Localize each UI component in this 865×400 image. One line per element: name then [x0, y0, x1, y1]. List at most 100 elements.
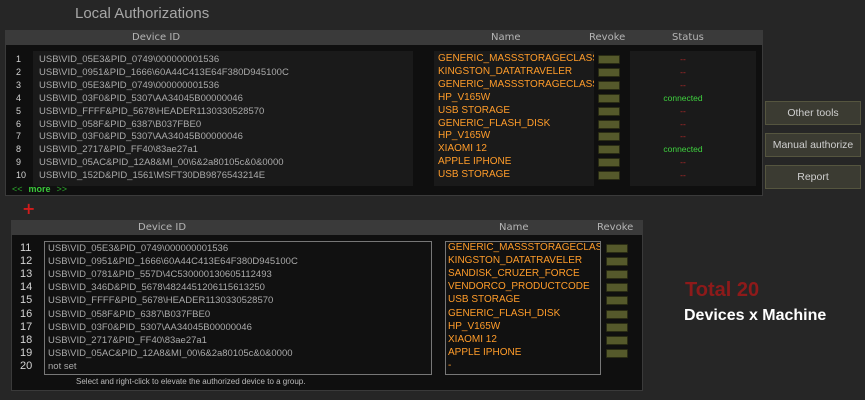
row-number: 10 — [16, 170, 27, 181]
revoke-button[interactable] — [598, 158, 620, 168]
column-status[interactable]: Status — [672, 32, 704, 43]
row-number: 18 — [20, 333, 33, 346]
status-cell: -- — [680, 54, 686, 64]
device-name-cell[interactable]: GENERIC_MASSSTORAGECLASS — [448, 242, 600, 253]
device-name-cell[interactable]: HP_V165W — [438, 92, 594, 103]
other-tools-button[interactable]: Other tools — [765, 101, 861, 125]
row-number: 20 — [20, 359, 33, 372]
status-cell: -- — [680, 66, 686, 77]
device-name-cell[interactable]: - — [448, 360, 600, 371]
row-number: 12 — [20, 255, 33, 268]
status-cell: -- — [680, 131, 686, 142]
device-name-cell[interactable]: KINGSTON_DATATRAVELER — [448, 255, 600, 266]
page-title: Local Authorizations — [75, 5, 210, 22]
device-id-cell[interactable]: USB\VID_05AC&PID_12A8&MI_00\6&2a80105c&0… — [39, 157, 284, 168]
more-left-arrows: << — [12, 184, 23, 194]
manual-authorize-button[interactable]: Manual authorize — [765, 133, 861, 157]
device-name-cell[interactable]: USB STORAGE — [438, 169, 594, 180]
status-cell: -- — [680, 105, 686, 116]
device-id-cell[interactable]: USB\VID_152D&PID_1561\MSFT30DB9876543214… — [39, 170, 265, 181]
revoke-button[interactable] — [598, 145, 620, 155]
revoke-button[interactable] — [598, 132, 620, 142]
revoke-button[interactable] — [598, 67, 620, 77]
status-cell: connected — [663, 92, 703, 103]
device-id-cell[interactable]: USB\VID_FFFF&PID_5678\HEADER113033052857… — [48, 295, 273, 306]
revoke-button[interactable] — [606, 335, 628, 345]
top-authorizations-panel: Device ID Name Revoke Status 1 USB\VID_05… — [5, 30, 763, 196]
device-name-cell[interactable]: GENERIC_MASSSTORAGECLASS — [438, 79, 594, 90]
row-number: 14 — [20, 281, 33, 294]
column-device-id[interactable]: Device ID — [132, 32, 180, 43]
total-count: Total 20 — [685, 279, 760, 301]
device-id-cell[interactable]: USB\VID_03F0&PID_5307\AA34045B00000046 — [48, 322, 252, 333]
device-name-cell[interactable]: XIAOMI 12 — [438, 143, 594, 154]
device-id-cell[interactable]: USB\VID_03F0&PID_5307\AA34045B00000046 — [39, 93, 243, 104]
device-id-cell[interactable]: USB\VID_0951&PID_1666\60A44C413E64F380D9… — [48, 256, 298, 267]
device-id-cell[interactable]: USB\VID_05E3&PID_0749\000000001536 — [39, 80, 219, 91]
device-name-cell[interactable]: APPLE IPHONE — [448, 347, 600, 358]
revoke-button[interactable] — [598, 106, 620, 116]
column-device-id[interactable]: Device ID — [138, 222, 186, 233]
column-revoke[interactable]: Revoke — [597, 222, 633, 233]
device-name-cell[interactable]: GENERIC_FLASH_DISK — [448, 308, 600, 319]
device-id-cell[interactable]: USB\VID_05E3&PID_0749\000000001536 — [48, 243, 228, 254]
revoke-button[interactable] — [598, 93, 620, 103]
column-name[interactable]: Name — [491, 32, 521, 43]
column-revoke[interactable]: Revoke — [589, 32, 625, 43]
add-icon[interactable]: + — [22, 199, 35, 218]
revoke-button[interactable] — [598, 119, 620, 129]
device-id-cell[interactable]: USB\VID_2717&PID_FF40\83ae27a1 — [39, 144, 198, 155]
revoke-button[interactable] — [598, 171, 620, 181]
revoke-button[interactable] — [598, 80, 620, 90]
device-name-cell[interactable]: APPLE IPHONE — [438, 156, 594, 167]
revoke-button[interactable] — [606, 296, 628, 306]
row-number: 15 — [20, 294, 33, 307]
device-name-cell[interactable]: HP_V165W — [438, 130, 594, 141]
row-number: 4 — [16, 92, 22, 103]
device-id-cell[interactable]: USB\VID_05AC&PID_12A8&MI_00\6&2a80105c&0… — [48, 348, 293, 359]
device-name-cell[interactable]: USB STORAGE — [438, 105, 594, 116]
revoke-button[interactable] — [606, 348, 628, 358]
revoke-button[interactable] — [606, 244, 628, 253]
row-number: 8 — [16, 144, 22, 155]
device-id-cell[interactable]: USB\VID_03F0&PID_5307\AA34045B00000046 — [39, 131, 243, 142]
row-number: 7 — [16, 131, 22, 142]
device-name-cell[interactable]: HP_V165W — [448, 321, 600, 332]
bottom-authorizations-panel: Device ID Name Revoke 11 USB\VID_05E3&PID… — [11, 220, 643, 391]
device-name-cell[interactable]: SANDISK_CRUZER_FORCE — [448, 268, 600, 279]
device-id-cell[interactable]: USB\VID_2717&PID_FF40\83ae27a1 — [48, 335, 207, 346]
device-id-cell[interactable]: USB\VID_346D&PID_5678\482445120611561325… — [48, 282, 265, 293]
column-name[interactable]: Name — [499, 222, 529, 233]
revoke-button[interactable] — [606, 270, 628, 280]
device-name-cell[interactable]: GENERIC_MASSSTORAGECLASS — [438, 53, 594, 64]
device-id-cell[interactable]: USB\VID_058F&PID_6387\B037FBE0 — [48, 309, 210, 320]
more-label: more — [28, 184, 51, 194]
device-name-cell[interactable]: VENDORCO_PRODUCTCODE — [448, 281, 600, 292]
hint-text: Select and right-click to elevate the au… — [76, 377, 306, 386]
row-number: 17 — [20, 320, 33, 333]
status-cell: -- — [680, 157, 686, 168]
revoke-button[interactable] — [606, 257, 628, 267]
row-number: 3 — [16, 79, 22, 90]
device-id-cell[interactable]: USB\VID_0781&PID_557D\4C5300001306051124… — [48, 269, 272, 280]
device-name-cell[interactable]: USB STORAGE — [448, 294, 600, 305]
device-id-cell[interactable]: USB\VID_058F&PID_6387\B037FBE0 — [39, 119, 201, 130]
device-name-cell[interactable]: KINGSTON_DATATRAVELER — [438, 66, 594, 77]
device-id-cell[interactable]: USB\VID_0951&PID_1666\60A44C413E64F380D9… — [39, 67, 289, 78]
more-right-arrows: >> — [56, 184, 68, 194]
row-number: 16 — [20, 307, 33, 320]
status-cell: -- — [680, 170, 686, 181]
status-cell: -- — [680, 79, 686, 90]
row-number: 11 — [20, 242, 32, 254]
revoke-button[interactable] — [598, 55, 620, 64]
device-name-cell[interactable]: XIAOMI 12 — [448, 334, 600, 345]
device-id-cell[interactable]: USB\VID_05E3&PID_0749\000000001536 — [39, 54, 219, 65]
revoke-button[interactable] — [606, 309, 628, 319]
report-button[interactable]: Report — [765, 165, 861, 189]
device-id-cell[interactable]: USB\VID_FFFF&PID_5678\HEADER113033052857… — [39, 106, 264, 117]
device-name-cell[interactable]: GENERIC_FLASH_DISK — [438, 118, 594, 129]
revoke-button[interactable] — [606, 322, 628, 332]
more-link[interactable]: << more >> — [12, 184, 67, 194]
revoke-button[interactable] — [606, 283, 628, 293]
device-id-cell[interactable]: not set — [48, 361, 77, 372]
